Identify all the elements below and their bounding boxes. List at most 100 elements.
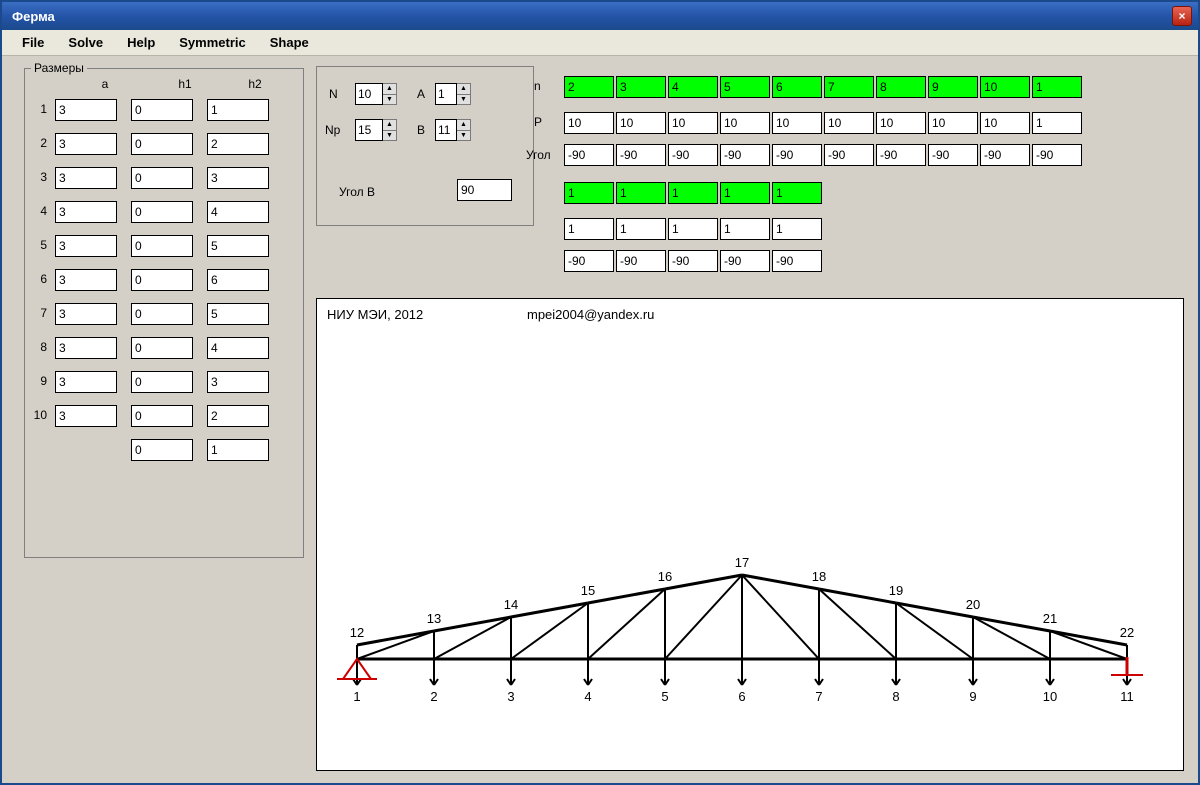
load-cell[interactable] [616,144,666,166]
chevron-up-icon[interactable]: ▲ [457,84,470,95]
load-cell[interactable] [616,250,666,272]
menu-shape[interactable]: Shape [260,32,319,53]
size-a-8[interactable] [55,337,117,359]
size-h2-2[interactable] [207,133,269,155]
size-a-3[interactable] [55,167,117,189]
spin-np[interactable]: ▲▼ [355,119,397,141]
load-n-cell[interactable]: 3 [616,76,666,98]
load-cell[interactable] [1032,112,1082,134]
load-n-cell[interactable]: 1 [772,182,822,204]
size-h2-5[interactable] [207,235,269,257]
size-h2-10[interactable] [207,405,269,427]
size-h1-1[interactable] [131,99,193,121]
load-cell[interactable] [616,112,666,134]
size-a-1[interactable] [55,99,117,121]
load-cell[interactable] [564,250,614,272]
menu-symmetric[interactable]: Symmetric [169,32,255,53]
load-cell[interactable] [668,250,718,272]
chevron-down-icon[interactable]: ▼ [383,95,396,105]
size-a-2[interactable] [55,133,117,155]
size-extra-h1[interactable] [131,439,193,461]
size-h1-9[interactable] [131,371,193,393]
load-cell[interactable] [668,218,718,240]
spin-np-arrows[interactable]: ▲▼ [383,119,397,141]
input-b[interactable] [435,119,457,141]
size-h2-8[interactable] [207,337,269,359]
size-h1-7[interactable] [131,303,193,325]
chevron-up-icon[interactable]: ▲ [383,120,396,131]
size-h1-3[interactable] [131,167,193,189]
load-cell[interactable] [928,112,978,134]
load-cell[interactable] [668,112,718,134]
spin-a[interactable]: ▲▼ [435,83,471,105]
load-cell[interactable] [720,250,770,272]
load-cell[interactable] [772,250,822,272]
input-angleb[interactable] [457,179,512,201]
load-cell[interactable] [824,112,874,134]
spin-n-arrows[interactable]: ▲▼ [383,83,397,105]
menu-solve[interactable]: Solve [58,32,113,53]
load-n-cell[interactable]: 8 [876,76,926,98]
size-h2-6[interactable] [207,269,269,291]
load-n-cell[interactable]: 1 [616,182,666,204]
load-n-cell[interactable]: 4 [668,76,718,98]
size-a-10[interactable] [55,405,117,427]
size-a-4[interactable] [55,201,117,223]
load-cell[interactable] [720,112,770,134]
load-cell[interactable] [720,144,770,166]
menu-file[interactable]: File [12,32,54,53]
size-h2-3[interactable] [207,167,269,189]
load-n-cell[interactable]: 1 [564,182,614,204]
load-cell[interactable] [564,218,614,240]
load-cell[interactable] [876,112,926,134]
size-a-6[interactable] [55,269,117,291]
size-h2-7[interactable] [207,303,269,325]
load-cell[interactable] [564,144,614,166]
load-cell[interactable] [668,144,718,166]
menu-help[interactable]: Help [117,32,165,53]
close-icon[interactable]: × [1172,6,1192,26]
load-n-cell[interactable]: 7 [824,76,874,98]
spin-b[interactable]: ▲▼ [435,119,471,141]
load-n-cell[interactable]: 1 [720,182,770,204]
size-h2-1[interactable] [207,99,269,121]
size-a-7[interactable] [55,303,117,325]
size-h1-8[interactable] [131,337,193,359]
size-h1-4[interactable] [131,201,193,223]
load-n-cell[interactable]: 6 [772,76,822,98]
load-cell[interactable] [980,144,1030,166]
size-h2-9[interactable] [207,371,269,393]
spin-b-arrows[interactable]: ▲▼ [457,119,471,141]
load-cell[interactable] [772,112,822,134]
input-a[interactable] [435,83,457,105]
load-n-cell[interactable]: 1 [1032,76,1082,98]
size-h1-6[interactable] [131,269,193,291]
chevron-down-icon[interactable]: ▼ [383,131,396,141]
load-cell[interactable] [980,112,1030,134]
load-cell[interactable] [720,218,770,240]
load-cell[interactable] [772,218,822,240]
chevron-down-icon[interactable]: ▼ [457,131,470,141]
spin-a-arrows[interactable]: ▲▼ [457,83,471,105]
size-h2-4[interactable] [207,201,269,223]
load-cell[interactable] [876,144,926,166]
load-n-cell[interactable]: 2 [564,76,614,98]
size-h1-2[interactable] [131,133,193,155]
spin-n[interactable]: ▲▼ [355,83,397,105]
load-cell[interactable] [1032,144,1082,166]
size-h1-10[interactable] [131,405,193,427]
size-a-9[interactable] [55,371,117,393]
chevron-up-icon[interactable]: ▲ [457,120,470,131]
size-a-5[interactable] [55,235,117,257]
input-np[interactable] [355,119,383,141]
load-n-cell[interactable]: 1 [668,182,718,204]
chevron-up-icon[interactable]: ▲ [383,84,396,95]
load-cell[interactable] [772,144,822,166]
chevron-down-icon[interactable]: ▼ [457,95,470,105]
input-n[interactable] [355,83,383,105]
load-cell[interactable] [928,144,978,166]
size-extra-h2[interactable] [207,439,269,461]
load-cell[interactable] [564,112,614,134]
load-cell[interactable] [824,144,874,166]
size-h1-5[interactable] [131,235,193,257]
